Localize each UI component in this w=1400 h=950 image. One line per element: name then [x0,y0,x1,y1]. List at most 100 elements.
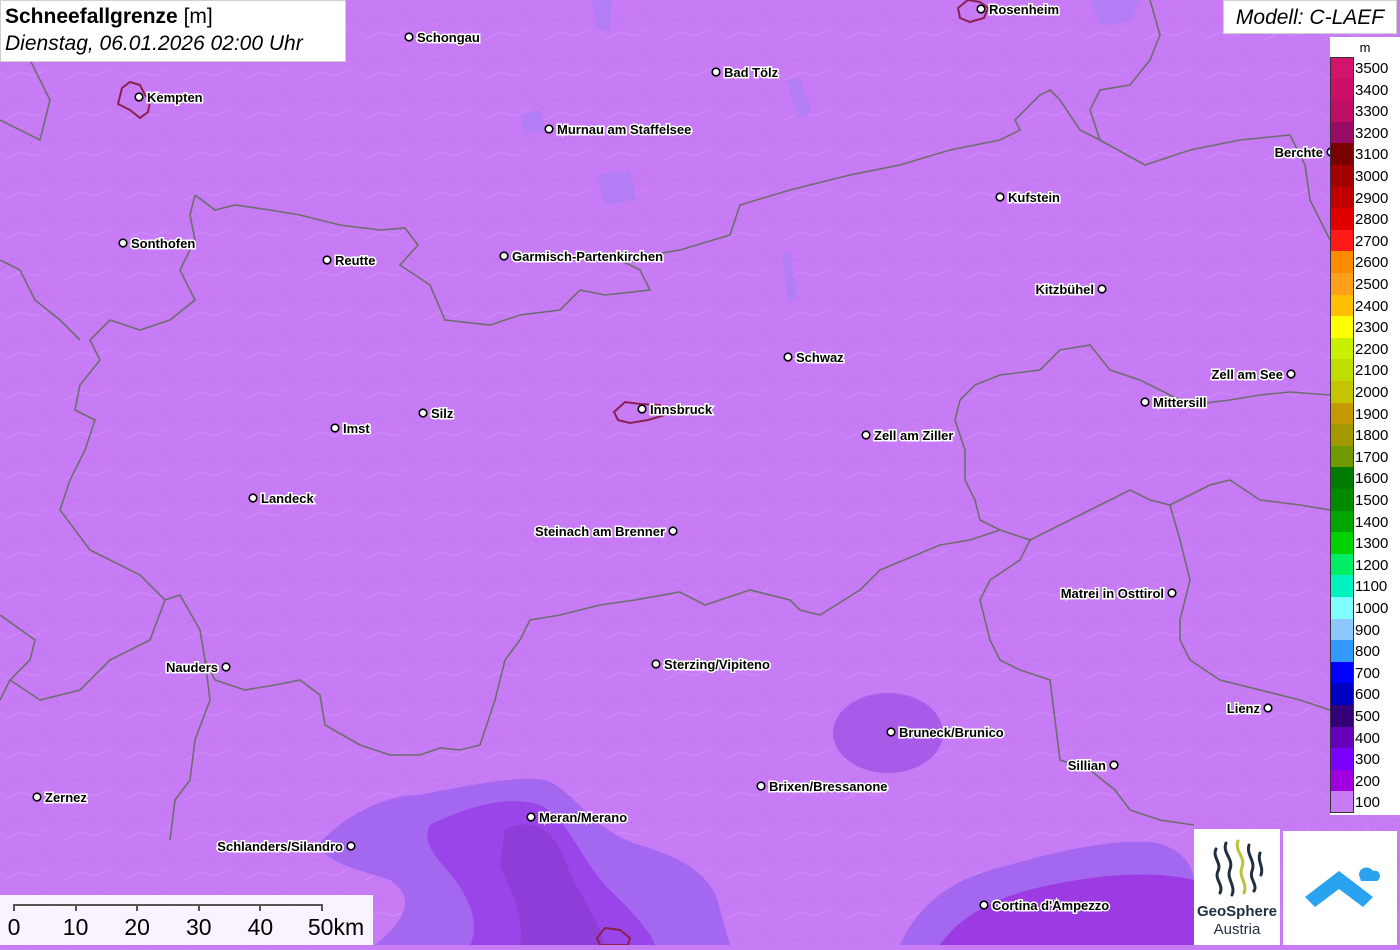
place-dot [711,67,721,77]
weather-app-logo[interactable] [1283,831,1397,945]
place-4[interactable]: Murnau am Staffelsee [544,121,693,139]
place-dot [1286,369,1296,379]
place-30[interactable]: Cortina d'Ampezzo [979,897,1111,915]
place-dot [418,408,428,418]
legend-label: 2900 [1355,189,1389,207]
place-label: Cortina d'Ampezzo [992,898,1109,913]
place-dot [118,238,128,248]
legend-label: 2700 [1355,232,1389,250]
place-label: Steinach am Brenner [535,524,665,539]
place-dot [1167,588,1177,598]
scale-bar: 0 10 20 30 40 50km [0,895,373,945]
place-26[interactable]: Brixen/Bressanone [756,778,889,796]
place-label: Lienz [1227,701,1261,716]
legend-label: 1300 [1355,535,1389,553]
place-label: Kufstein [1008,190,1060,205]
place-dot [886,727,896,737]
map-title-box: Schneefallgrenze [m] Dienstag, 06.01.202… [0,0,346,62]
legend-label: 2200 [1355,340,1389,358]
place-label: Meran/Merano [539,810,627,825]
place-label: Zernez [45,790,87,805]
place-dot [544,124,554,134]
map-title-text: Schneefallgrenze [5,5,178,28]
scale-tick [197,904,200,911]
legend-label: 1600 [1355,470,1389,488]
legend-label: 3000 [1355,168,1389,185]
legend-label: 200 [1355,772,1381,790]
legend-label: 1700 [1355,448,1389,466]
map-title-unit: [m] [183,5,213,28]
legend-label: 500 [1355,708,1381,725]
place-29[interactable]: Schlanders/Silandro [216,838,356,856]
scale-tick [74,904,77,911]
place-label: Sillian [1068,758,1106,773]
place-7[interactable]: Sonthofen [118,235,197,253]
place-12[interactable]: Zell am See [1210,366,1296,384]
geosphere-austria-logo[interactable]: GeoSphere Austria [1194,829,1280,945]
place-label: Bruneck/Brunico [899,725,1004,740]
legend-swatch [1330,791,1354,814]
place-dot [756,781,766,791]
place-label: Matrei in Osttirol [1061,586,1164,601]
legend-unit: m [1359,40,1371,55]
place-28[interactable]: Meran/Merano [526,809,629,827]
place-9[interactable]: Garmisch-Partenkirchen [499,248,665,266]
legend-label: 3400 [1355,81,1389,99]
place-label: Zell am Ziller [874,428,953,443]
scale-tick [136,904,139,911]
legend-label: 1000 [1355,600,1389,617]
legend-swatch [1330,467,1354,490]
legend-label: 1900 [1355,405,1389,423]
legend-label: 1500 [1355,492,1389,509]
place-label: Kitzbühel [1036,282,1095,297]
color-legend: m 3500 3400 3300 3200 3100 3000 2900 2800 2700 26… [1330,37,1400,815]
place-1[interactable]: Schongau [404,29,481,47]
place-dot [1140,397,1150,407]
legend-swatch [1330,208,1354,231]
place-label: Innsbruck [650,402,713,417]
place-17[interactable]: Zell am Ziller [861,427,955,445]
model-label: Modell: C-LAEF [1223,0,1397,34]
legend-label: 2100 [1355,362,1389,380]
legend-swatch [1330,121,1354,144]
place-dot [1263,703,1273,713]
place-24[interactable]: Bruneck/Brunico [886,724,1005,742]
place-label: Silz [431,406,454,421]
legend-swatch [1330,381,1354,404]
legend-swatch [1330,57,1354,80]
legend-label: 3500 [1355,60,1389,77]
legend-swatch [1330,402,1354,425]
legend-label: 2800 [1355,211,1389,229]
legend-swatch [1330,705,1354,728]
scale-label: 50km [307,914,365,940]
snowfall-limit-map[interactable]: Rosenheim Schongau Bad Tölz Kempten Murnau a… [0,0,1400,945]
place-20[interactable]: Matrei in Osttirol [1059,585,1177,603]
scale-label: 30 [186,914,212,940]
arrow-cloud-icon [1305,867,1380,907]
place-label: Berchte [1275,145,1323,160]
place-15[interactable]: Innsbruck [637,401,714,419]
legend-label: 800 [1355,643,1381,661]
legend-label: 2500 [1355,276,1389,293]
legend-swatch [1330,359,1354,382]
legend-swatch [1330,748,1354,771]
place-19[interactable]: Steinach am Brenner [533,523,678,541]
place-label: Rosenheim [989,2,1059,17]
place-dot [1097,284,1107,294]
legend-label: 600 [1355,686,1381,704]
place-dot [499,251,509,261]
legend-swatch [1330,726,1354,749]
place-dot [346,841,356,851]
place-22[interactable]: Sterzing/Vipiteno [651,656,771,674]
legend-swatch [1330,251,1354,274]
legend-swatch [1330,575,1354,598]
legend-swatch [1330,337,1354,360]
place-label: Zell am See [1211,367,1283,382]
scale-label: 10 [62,914,89,940]
geosphere-name: GeoSphere [1196,903,1278,920]
place-0[interactable]: Rosenheim [976,1,1061,19]
legend-label: 3100 [1355,146,1389,164]
place-dot [995,192,1005,202]
scale-tick [321,904,323,911]
legend-label: 2000 [1355,384,1389,401]
